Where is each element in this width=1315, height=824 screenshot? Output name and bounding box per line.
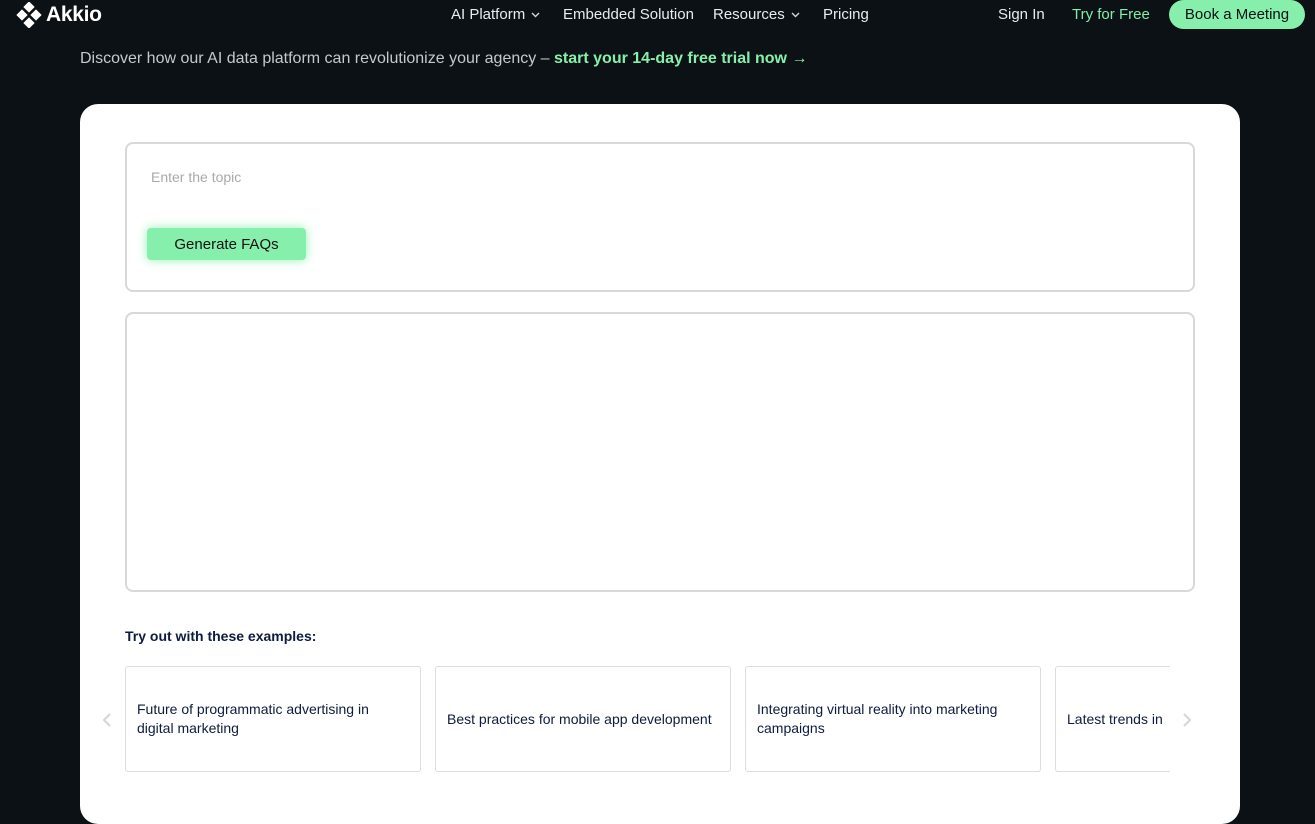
topic-form: Generate FAQs	[125, 142, 1195, 292]
carousel-next-button[interactable]	[1182, 712, 1192, 733]
logo-text: Akkio	[46, 3, 102, 26]
carousel-prev-button[interactable]	[102, 712, 112, 733]
chevron-left-icon	[102, 713, 111, 727]
example-card[interactable]: Integrating virtual reality into marketi…	[745, 666, 1041, 772]
chevron-right-icon	[1183, 713, 1192, 727]
examples-heading: Try out with these examples:	[125, 628, 317, 644]
nav-item-embedded-solution[interactable]: Embedded Solution	[563, 6, 694, 23]
example-text: Future of programmatic advertising in di…	[137, 701, 369, 736]
book-meeting-button[interactable]: Book a Meeting	[1169, 0, 1305, 29]
try-for-free-link[interactable]: Try for Free	[1072, 6, 1150, 23]
chevron-down-icon	[531, 12, 540, 17]
nav-item-resources[interactable]: Resources	[713, 6, 800, 23]
nav-item-label: Pricing	[823, 6, 869, 23]
example-card[interactable]: Latest trends in	[1055, 666, 1170, 772]
top-navigation: Akkio AI Platform Embedded Solution Reso…	[0, 0, 1315, 34]
nav-item-ai-platform[interactable]: AI Platform	[451, 6, 540, 23]
akkio-logo-icon	[16, 2, 42, 28]
example-card[interactable]: Best practices for mobile app developmen…	[435, 666, 731, 772]
free-trial-link[interactable]: start your 14-day free trial now →	[554, 50, 807, 67]
topic-input[interactable]	[149, 164, 1053, 190]
example-card[interactable]: Future of programmatic advertising in di…	[125, 666, 421, 772]
faq-output-area[interactable]	[125, 312, 1195, 592]
examples-carousel: Future of programmatic advertising in di…	[125, 666, 1170, 776]
hero-subline: Discover how our AI data platform can re…	[80, 50, 807, 68]
faq-generator-card: Generate FAQs Try out with these example…	[80, 104, 1240, 824]
example-text: Best practices for mobile app developmen…	[447, 710, 712, 727]
nav-item-label: Resources	[713, 6, 785, 23]
subline-text: Discover how our AI data platform can re…	[80, 50, 555, 67]
generate-faqs-button[interactable]: Generate FAQs	[147, 228, 306, 260]
nav-item-label: AI Platform	[451, 6, 526, 23]
chevron-down-icon	[791, 12, 800, 17]
obscured-title-text	[120, 2, 126, 28]
example-text: Integrating virtual reality into marketi…	[757, 701, 998, 736]
logo[interactable]: Akkio	[16, 2, 102, 28]
example-text: Latest trends in	[1067, 710, 1163, 727]
nav-item-pricing[interactable]: Pricing	[823, 6, 869, 23]
sign-in-link[interactable]: Sign In	[998, 6, 1045, 23]
nav-item-label: Embedded Solution	[563, 6, 694, 23]
